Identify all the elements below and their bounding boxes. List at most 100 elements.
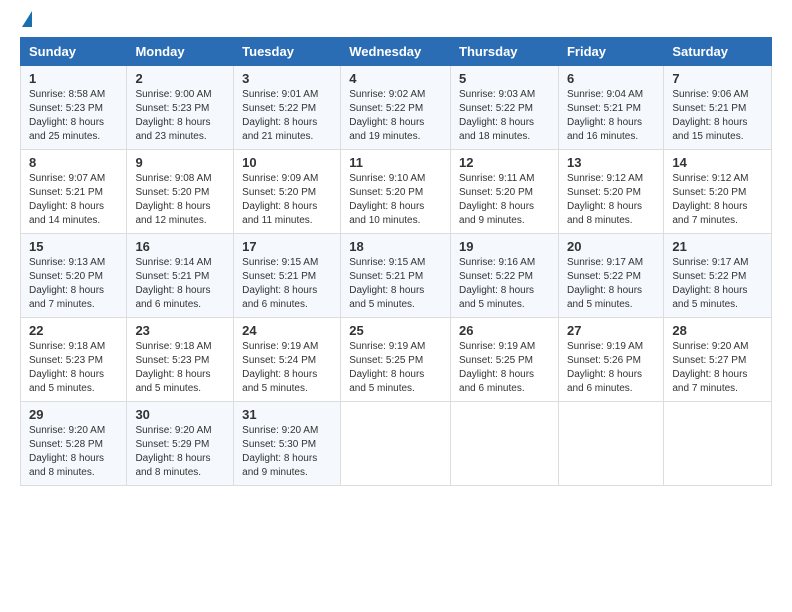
day-number: 26: [459, 323, 550, 338]
day-info: Sunrise: 9:17 AMSunset: 5:22 PMDaylight:…: [567, 256, 655, 312]
day-cell: 21 Sunrise: 9:17 AMSunset: 5:22 PMDayligh…: [664, 234, 772, 318]
day-info: Sunrise: 9:16 AMSunset: 5:22 PMDaylight:…: [459, 256, 550, 312]
day-number: 17: [242, 239, 332, 254]
day-number: 15: [29, 239, 118, 254]
day-number: 10: [242, 155, 332, 170]
day-info: Sunrise: 9:20 AMSunset: 5:29 PMDaylight:…: [135, 424, 225, 480]
logo: [20, 15, 32, 27]
day-cell: 29 Sunrise: 9:20 AMSunset: 5:28 PMDayligh…: [21, 402, 127, 486]
day-cell: 18 Sunrise: 9:15 AMSunset: 5:21 PMDayligh…: [341, 234, 451, 318]
logo-triangle-icon: [22, 11, 32, 27]
day-number: 5: [459, 71, 550, 86]
day-info: Sunrise: 9:07 AMSunset: 5:21 PMDaylight:…: [29, 172, 118, 228]
day-number: 13: [567, 155, 655, 170]
day-info: Sunrise: 8:58 AMSunset: 5:23 PMDaylight:…: [29, 88, 118, 144]
day-number: 31: [242, 407, 332, 422]
day-info: Sunrise: 9:14 AMSunset: 5:21 PMDaylight:…: [135, 256, 225, 312]
day-cell: 10 Sunrise: 9:09 AMSunset: 5:20 PMDayligh…: [234, 150, 341, 234]
day-cell: 27 Sunrise: 9:19 AMSunset: 5:26 PMDayligh…: [558, 318, 663, 402]
header-cell-wednesday: Wednesday: [341, 38, 451, 66]
day-info: Sunrise: 9:18 AMSunset: 5:23 PMDaylight:…: [135, 340, 225, 396]
day-number: 9: [135, 155, 225, 170]
week-row-4: 22 Sunrise: 9:18 AMSunset: 5:23 PMDayligh…: [21, 318, 772, 402]
day-cell: 23 Sunrise: 9:18 AMSunset: 5:23 PMDayligh…: [127, 318, 234, 402]
day-info: Sunrise: 9:08 AMSunset: 5:20 PMDaylight:…: [135, 172, 225, 228]
day-cell: 24Sunrise: 9:19 AMSunset: 5:24 PMDayligh…: [234, 318, 341, 402]
day-info: Sunrise: 9:04 AMSunset: 5:21 PMDaylight:…: [567, 88, 655, 144]
day-cell: 15 Sunrise: 9:13 AMSunset: 5:20 PMDayligh…: [21, 234, 127, 318]
day-cell: 17 Sunrise: 9:15 AMSunset: 5:21 PMDayligh…: [234, 234, 341, 318]
day-cell: 26 Sunrise: 9:19 AMSunset: 5:25 PMDayligh…: [451, 318, 559, 402]
day-info: Sunrise: 9:11 AMSunset: 5:20 PMDaylight:…: [459, 172, 550, 228]
day-cell: 25 Sunrise: 9:19 AMSunset: 5:25 PMDayligh…: [341, 318, 451, 402]
day-cell: 30 Sunrise: 9:20 AMSunset: 5:29 PMDayligh…: [127, 402, 234, 486]
day-cell: 14Sunrise: 9:12 AMSunset: 5:20 PMDayligh…: [664, 150, 772, 234]
header-cell-thursday: Thursday: [451, 38, 559, 66]
day-info: Sunrise: 9:13 AMSunset: 5:20 PMDaylight:…: [29, 256, 118, 312]
day-info: Sunrise: 9:19 AMSunset: 5:24 PMDaylight:…: [242, 340, 332, 396]
day-number: 28: [672, 323, 763, 338]
day-cell: 6 Sunrise: 9:04 AMSunset: 5:21 PMDaylight…: [558, 66, 663, 150]
day-number: 30: [135, 407, 225, 422]
day-cell: 13Sunrise: 9:12 AMSunset: 5:20 PMDayligh…: [558, 150, 663, 234]
header-cell-sunday: Sunday: [21, 38, 127, 66]
week-row-1: 1Sunrise: 8:58 AMSunset: 5:23 PMDaylight…: [21, 66, 772, 150]
week-row-5: 29 Sunrise: 9:20 AMSunset: 5:28 PMDayligh…: [21, 402, 772, 486]
day-cell: 11 Sunrise: 9:10 AMSunset: 5:20 PMDayligh…: [341, 150, 451, 234]
day-number: 14: [672, 155, 763, 170]
day-info: Sunrise: 9:20 AMSunset: 5:30 PMDaylight:…: [242, 424, 332, 480]
day-cell: 16Sunrise: 9:14 AMSunset: 5:21 PMDayligh…: [127, 234, 234, 318]
day-number: 27: [567, 323, 655, 338]
day-info: Sunrise: 9:09 AMSunset: 5:20 PMDaylight:…: [242, 172, 332, 228]
day-info: Sunrise: 9:03 AMSunset: 5:22 PMDaylight:…: [459, 88, 550, 144]
day-number: 20: [567, 239, 655, 254]
header: [20, 15, 772, 27]
day-info: Sunrise: 9:17 AMSunset: 5:22 PMDaylight:…: [672, 256, 763, 312]
day-cell: [451, 402, 559, 486]
day-number: 7: [672, 71, 763, 86]
day-info: Sunrise: 9:15 AMSunset: 5:21 PMDaylight:…: [242, 256, 332, 312]
day-number: 25: [349, 323, 442, 338]
day-info: Sunrise: 9:19 AMSunset: 5:25 PMDaylight:…: [349, 340, 442, 396]
day-number: 6: [567, 71, 655, 86]
day-info: Sunrise: 9:19 AMSunset: 5:26 PMDaylight:…: [567, 340, 655, 396]
day-cell: 3 Sunrise: 9:01 AMSunset: 5:22 PMDaylight…: [234, 66, 341, 150]
day-info: Sunrise: 9:15 AMSunset: 5:21 PMDaylight:…: [349, 256, 442, 312]
week-row-2: 8 Sunrise: 9:07 AMSunset: 5:21 PMDaylight…: [21, 150, 772, 234]
day-cell: 22Sunrise: 9:18 AMSunset: 5:23 PMDayligh…: [21, 318, 127, 402]
calendar-table: SundayMondayTuesdayWednesdayThursdayFrid…: [20, 37, 772, 486]
day-number: 19: [459, 239, 550, 254]
day-cell: 9 Sunrise: 9:08 AMSunset: 5:20 PMDaylight…: [127, 150, 234, 234]
header-cell-monday: Monday: [127, 38, 234, 66]
day-number: 3: [242, 71, 332, 86]
day-info: Sunrise: 9:20 AMSunset: 5:27 PMDaylight:…: [672, 340, 763, 396]
day-number: 8: [29, 155, 118, 170]
day-cell: 5 Sunrise: 9:03 AMSunset: 5:22 PMDaylight…: [451, 66, 559, 150]
day-number: 12: [459, 155, 550, 170]
day-number: 22: [29, 323, 118, 338]
day-info: Sunrise: 9:01 AMSunset: 5:22 PMDaylight:…: [242, 88, 332, 144]
day-info: Sunrise: 9:19 AMSunset: 5:25 PMDaylight:…: [459, 340, 550, 396]
day-cell: 28 Sunrise: 9:20 AMSunset: 5:27 PMDayligh…: [664, 318, 772, 402]
day-cell: 8 Sunrise: 9:07 AMSunset: 5:21 PMDaylight…: [21, 150, 127, 234]
day-number: 11: [349, 155, 442, 170]
day-number: 18: [349, 239, 442, 254]
day-info: Sunrise: 9:10 AMSunset: 5:20 PMDaylight:…: [349, 172, 442, 228]
day-cell: 12 Sunrise: 9:11 AMSunset: 5:20 PMDayligh…: [451, 150, 559, 234]
week-row-3: 15 Sunrise: 9:13 AMSunset: 5:20 PMDayligh…: [21, 234, 772, 318]
day-number: 29: [29, 407, 118, 422]
day-cell: 4Sunrise: 9:02 AMSunset: 5:22 PMDaylight…: [341, 66, 451, 150]
day-number: 4: [349, 71, 442, 86]
day-cell: 19 Sunrise: 9:16 AMSunset: 5:22 PMDayligh…: [451, 234, 559, 318]
day-number: 23: [135, 323, 225, 338]
header-cell-tuesday: Tuesday: [234, 38, 341, 66]
day-info: Sunrise: 9:20 AMSunset: 5:28 PMDaylight:…: [29, 424, 118, 480]
header-cell-friday: Friday: [558, 38, 663, 66]
day-cell: 2Sunrise: 9:00 AMSunset: 5:23 PMDaylight…: [127, 66, 234, 150]
day-info: Sunrise: 9:00 AMSunset: 5:23 PMDaylight:…: [135, 88, 225, 144]
day-number: 21: [672, 239, 763, 254]
header-row: SundayMondayTuesdayWednesdayThursdayFrid…: [21, 38, 772, 66]
day-cell: [341, 402, 451, 486]
day-cell: 7Sunrise: 9:06 AMSunset: 5:21 PMDaylight…: [664, 66, 772, 150]
day-cell: [558, 402, 663, 486]
